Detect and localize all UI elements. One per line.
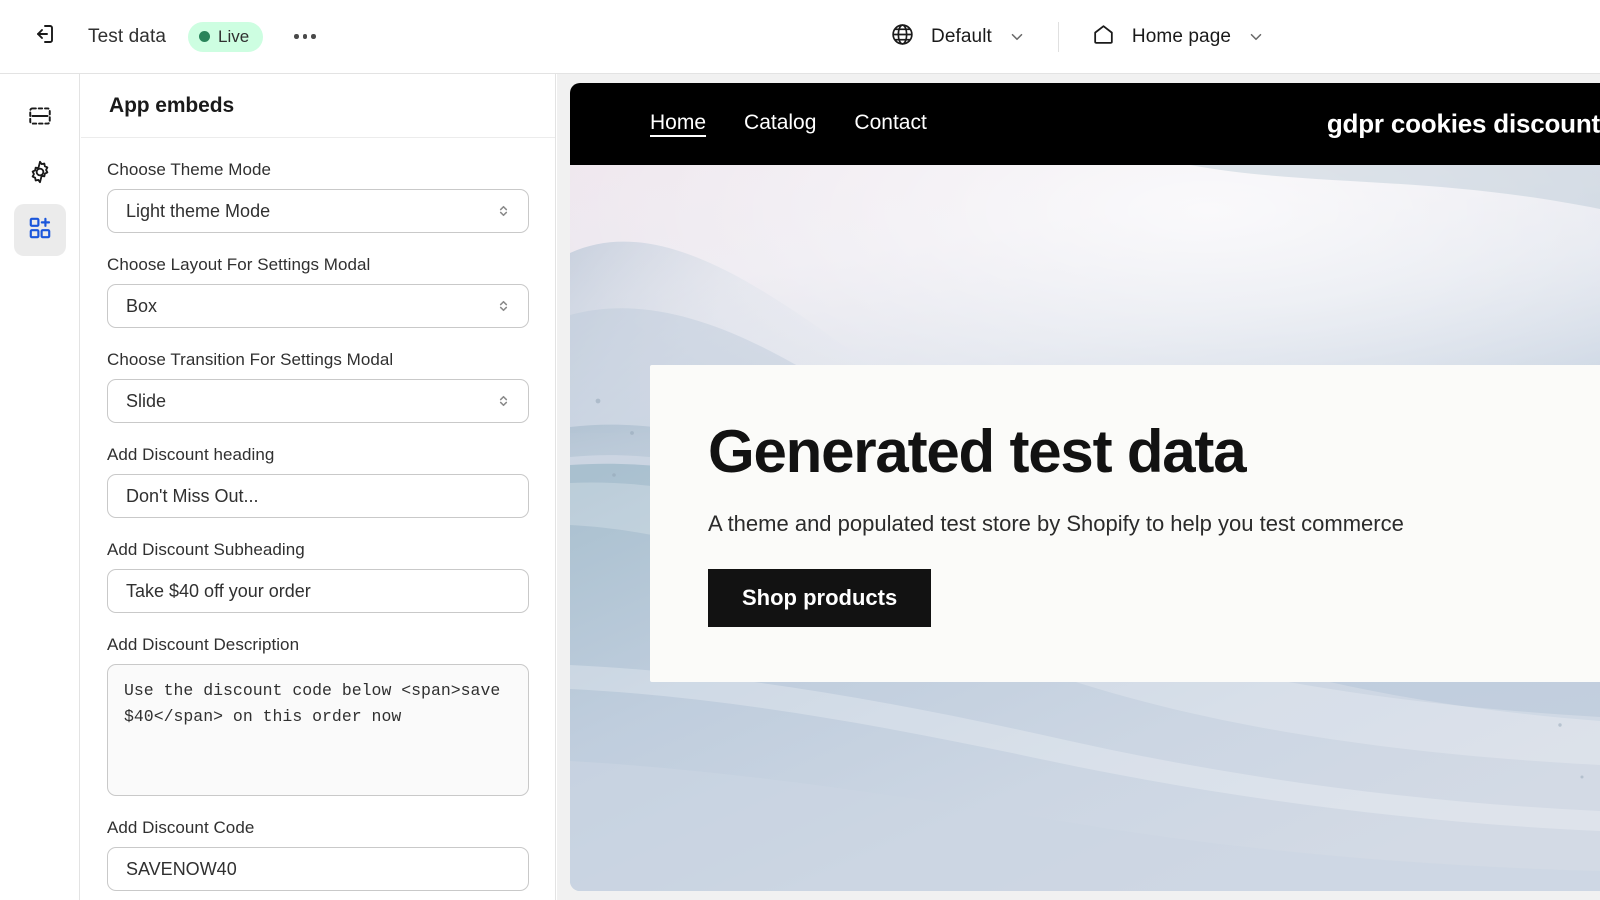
top-bar-left-group: Test data Live <box>0 0 323 73</box>
field-add-discount-subheading: Add Discount Subheading Take $40 off your… <box>107 540 529 613</box>
input-add-discount-code[interactable]: SAVENOW40 <box>107 847 529 891</box>
page-title: App embeds <box>109 93 235 117</box>
storefront-preview: Home Catalog Contact gdpr cookies discou… <box>570 83 1600 891</box>
globe-icon <box>890 22 915 52</box>
textarea-add-discount-description[interactable]: Use the discount code below <span>save $… <box>107 664 529 796</box>
gear-icon <box>27 159 53 190</box>
field-label: Add Discount heading <box>107 445 275 464</box>
shop-products-button[interactable]: Shop products <box>708 569 932 627</box>
field-choose-layout-for-settings-modal: Choose Layout For Settings Modal Box <box>107 255 529 328</box>
select-value: Light theme Mode <box>126 200 271 221</box>
chevron-down-icon <box>1247 28 1265 46</box>
exit-arrow-icon <box>32 22 56 51</box>
apps-plus-icon <box>27 215 53 246</box>
field-label: Choose Layout For Settings Modal <box>107 255 371 274</box>
more-options-button[interactable] <box>287 19 323 55</box>
field-choose-theme-mode: Choose Theme Mode Light theme Mode <box>107 160 529 233</box>
nav-link-home[interactable]: Home <box>650 111 706 138</box>
chevron-up-down-icon <box>495 392 512 411</box>
page-selector[interactable]: Home page <box>1081 17 1275 57</box>
select-value: Slide <box>126 390 167 411</box>
nav-link-contact[interactable]: Contact <box>854 111 926 138</box>
nav-link-catalog[interactable]: Catalog <box>744 111 816 138</box>
panel-field-list: Choose Theme Mode Light theme Mode Choose … <box>81 138 555 900</box>
home-icon <box>1091 22 1116 52</box>
exit-editor-button[interactable] <box>26 19 62 55</box>
field-add-discount-description: Add Discount Description Use the discount… <box>107 635 529 796</box>
top-bar-center-group: Default Home page <box>880 0 1275 74</box>
field-label: Add Discount Code <box>107 818 255 837</box>
store-name-label: Test data <box>88 25 167 47</box>
field-label: Add Discount Description <box>107 635 300 654</box>
field-add-discount-code: Add Discount Code SAVENOW40 <box>107 818 529 891</box>
hero-card: Generated test data A theme and populate… <box>650 365 1600 682</box>
dot-icon <box>311 34 316 39</box>
storefront-nav: Home Catalog Contact gdpr cookies discou… <box>570 83 1600 165</box>
status-badge[interactable]: Live <box>188 21 264 52</box>
field-label: Choose Transition For Settings Modal <box>107 350 394 369</box>
status-badge-label: Live <box>218 26 250 46</box>
select-choose-layout-for-settings-modal[interactable]: Box <box>107 284 529 328</box>
hero-title: Generated test data <box>708 418 1247 485</box>
status-dot-icon <box>199 31 211 42</box>
chevron-down-icon <box>1008 28 1026 46</box>
input-add-discount-subheading[interactable]: Take $40 off your order <box>107 569 529 613</box>
sidebar-item-theme-settings[interactable] <box>14 148 66 200</box>
select-choose-transition-for-settings-modal[interactable]: Slide <box>107 379 529 423</box>
locale-value: Default <box>931 26 992 47</box>
locale-selector[interactable]: Default <box>880 17 1036 57</box>
sidebar-item-app-embeds[interactable] <box>13 204 66 256</box>
preview-area: Home Catalog Contact gdpr cookies discou… <box>557 74 1600 900</box>
select-value: Box <box>126 295 158 316</box>
app-embeds-panel: App embeds Choose Theme Mode Light theme … <box>81 74 556 900</box>
panel-header: App embeds <box>81 74 555 138</box>
page-value: Home page <box>1131 26 1232 47</box>
dot-icon <box>294 34 299 39</box>
field-add-discount-heading: Add Discount heading Don't Miss Out... <box>107 445 529 518</box>
storefront-brand[interactable]: gdpr cookies discount <box>1327 109 1600 140</box>
select-choose-theme-mode[interactable]: Light theme Mode <box>107 189 529 233</box>
sidebar-item-sections[interactable] <box>14 92 66 144</box>
chevron-up-down-icon <box>495 297 512 316</box>
chevron-up-down-icon <box>495 202 512 221</box>
input-add-discount-heading[interactable]: Don't Miss Out... <box>107 474 529 518</box>
sections-icon <box>27 103 53 134</box>
field-label: Add Discount Subheading <box>107 540 305 559</box>
left-icon-rail <box>0 74 80 900</box>
top-bar: Test data Live Default Home page <box>0 0 1600 74</box>
hero-section: Generated test data A theme and populate… <box>570 165 1600 891</box>
dot-icon <box>302 34 308 39</box>
field-label: Choose Theme Mode <box>107 160 272 179</box>
top-bar-divider <box>1057 22 1059 52</box>
hero-subtitle: A theme and populated test store by Shop… <box>708 511 1404 536</box>
field-choose-transition-for-settings-modal: Choose Transition For Settings Modal Slid… <box>107 350 529 423</box>
